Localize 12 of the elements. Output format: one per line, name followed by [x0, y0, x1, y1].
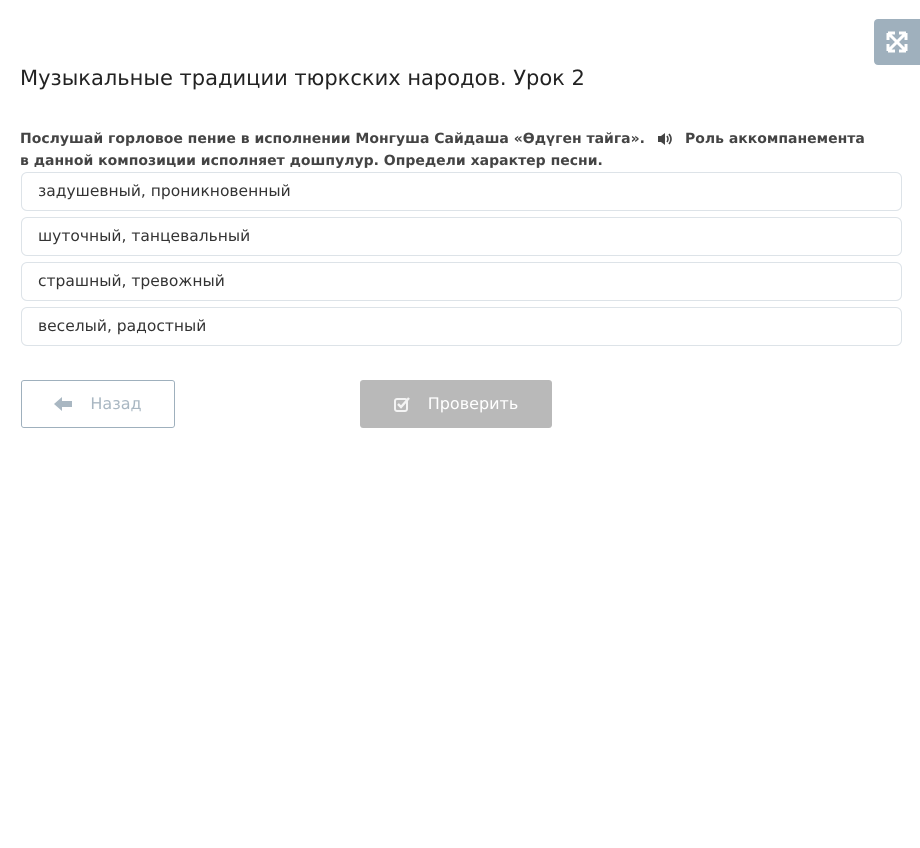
speaker-icon[interactable] — [656, 132, 673, 146]
question-text: в данной композиции исполняет дошпулур. Определи характер песни. — [20, 153, 603, 169]
question-text: Роль аккомпанемента — [684, 130, 865, 149]
answer-option[interactable]: задушевный, проникновенный — [21, 172, 902, 211]
answer-option[interactable]: страшный, тревожный — [21, 262, 902, 301]
checkbox-icon — [394, 396, 410, 412]
answer-option[interactable]: веселый, радостный — [21, 307, 902, 346]
expand-icon — [885, 30, 909, 54]
answer-option[interactable]: шуточный, танцевальный — [21, 217, 902, 256]
question-text: Послушай горловое пение в исполнении Монгуша Сайдаша «Өдүген тайга». — [20, 130, 645, 149]
arrow-left-icon — [54, 397, 72, 411]
lesson-title: Музыкальные традиции тюркских народов. Урок 2 — [20, 65, 585, 92]
